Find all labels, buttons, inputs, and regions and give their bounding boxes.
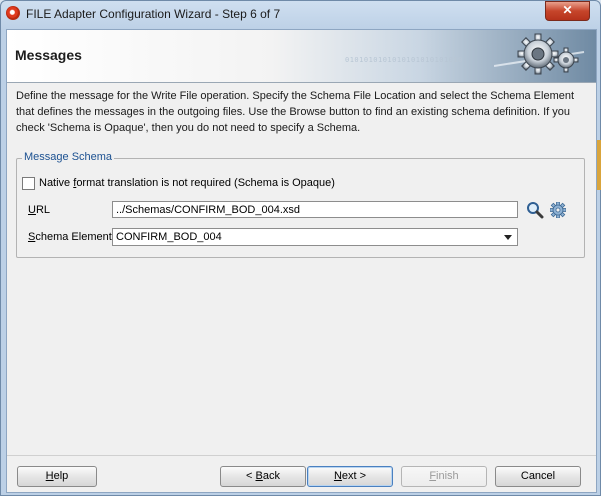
app-logo-icon [6, 6, 20, 20]
chevron-down-icon[interactable] [504, 235, 512, 240]
schema-opaque-checkbox[interactable] [22, 177, 35, 190]
page-title: Messages [15, 47, 82, 63]
title-bar[interactable]: FILE Adapter Configuration Wizard - Step… [0, 0, 601, 28]
message-schema-legend: Message Schema [22, 151, 115, 163]
back-button[interactable]: < Back [220, 466, 306, 487]
schema-element-label: Schema Element [28, 231, 112, 243]
schema-opaque-label[interactable]: Native format translation is not require… [39, 177, 335, 189]
schema-element-value: CONFIRM_BOD_004 [116, 231, 222, 243]
cancel-button[interactable]: Cancel [495, 466, 581, 487]
wizard-header: Messages 0101010101010101010101010 [7, 30, 596, 83]
step-description: Define the message for the Write File op… [16, 90, 575, 134]
finish-button[interactable]: Finish [401, 466, 487, 487]
gear-wheels-icon [494, 33, 585, 75]
schema-element-select[interactable]: CONFIRM_BOD_004 [112, 228, 518, 246]
wizard-content: Messages 0101010101010101010101010 Defin… [6, 29, 597, 493]
url-label: URL [28, 204, 51, 216]
search-icon[interactable] [526, 201, 544, 219]
close-button[interactable]: ✕ [545, 1, 590, 21]
url-field[interactable]: ../Schemas/CONFIRM_BOD_004.xsd [112, 201, 518, 218]
next-button[interactable]: Next > [307, 466, 393, 487]
help-button[interactable]: Help [17, 466, 97, 487]
gear-icon[interactable] [550, 202, 566, 218]
header-binary-decoration: 0101010101010101010101010 [345, 56, 463, 64]
message-schema-group: Message Schema Native format translation… [16, 151, 585, 258]
footer-divider [7, 455, 596, 456]
window-title: FILE Adapter Configuration Wizard - Step… [26, 7, 281, 21]
